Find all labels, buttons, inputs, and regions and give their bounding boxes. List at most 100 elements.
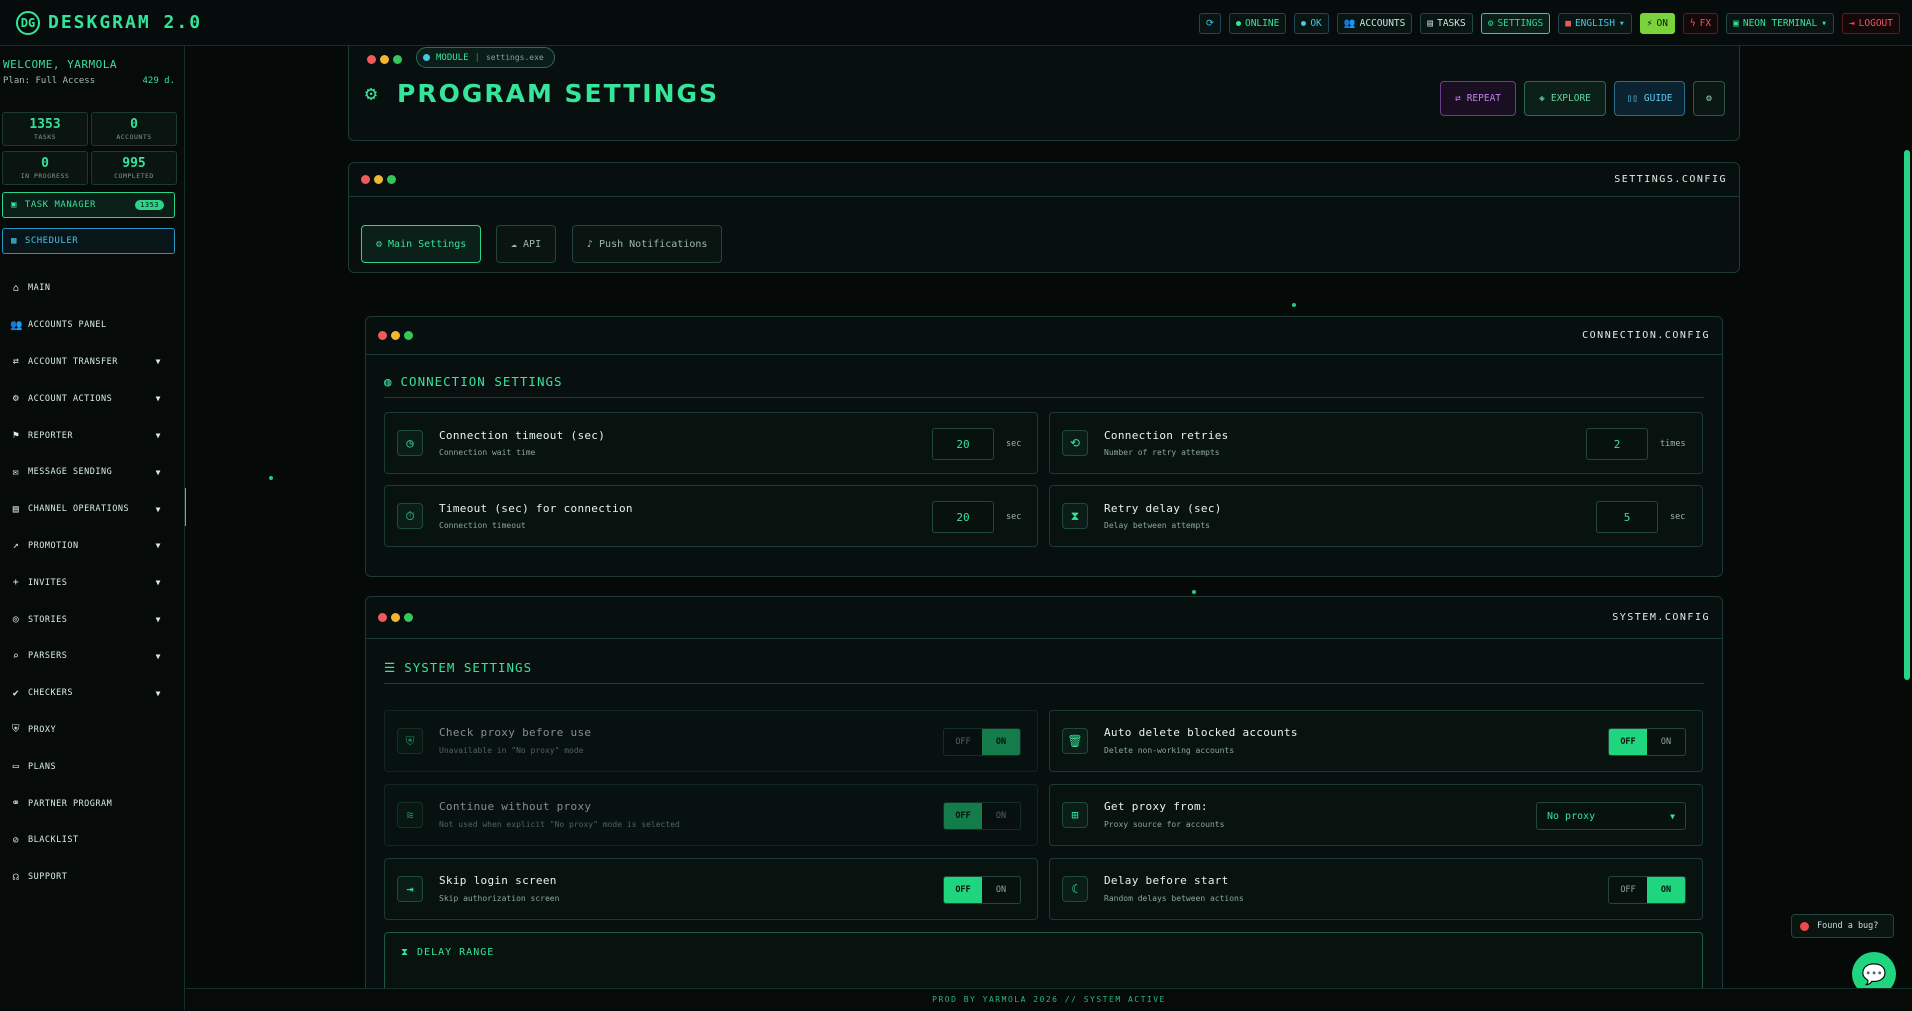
sidebar-item-checkers[interactable]: ✔ CHECKERS ▼ bbox=[0, 675, 185, 712]
chevron-down-icon[interactable]: ▼ bbox=[156, 615, 161, 624]
chevron-down-icon[interactable]: ▼ bbox=[156, 357, 161, 366]
sidebar-item-account-actions[interactable]: ⚙ ACCOUNT ACTIONS ▼ bbox=[0, 380, 185, 417]
retry-delay-input[interactable]: 5 bbox=[1596, 501, 1658, 533]
proxy-source-select[interactable]: No proxy ▼ bbox=[1536, 802, 1686, 830]
sidebar-item-label: ACCOUNT ACTIONS bbox=[28, 393, 113, 404]
cloud-icon: ☁ bbox=[511, 238, 518, 250]
stat-value: 0 bbox=[41, 156, 49, 171]
accounts-button[interactable]: 👥 ACCOUNTS bbox=[1336, 13, 1413, 34]
tab-push-notifications[interactable]: ♪ Push Notifications bbox=[572, 225, 723, 263]
scheduler-button[interactable]: ▦ SCHEDULER bbox=[2, 228, 175, 254]
timeout-for-connection-input[interactable]: 20 bbox=[932, 501, 994, 533]
sidebar-item-channel-operations[interactable]: ▤ CHANNEL OPERATIONS ▼ bbox=[0, 491, 185, 528]
chevron-down-icon[interactable]: ▼ bbox=[156, 505, 161, 514]
toggle-off[interactable]: OFF bbox=[944, 877, 982, 903]
stat-label: TASKS bbox=[33, 133, 57, 141]
toggle-on[interactable]: ON bbox=[1647, 729, 1685, 755]
chevron-down-icon[interactable]: ▼ bbox=[156, 578, 161, 587]
continue-without-proxy-toggle[interactable]: OFF ON bbox=[943, 802, 1021, 830]
sidebar-item-parsers[interactable]: ⌕ PARSERS ▼ bbox=[0, 638, 185, 675]
window-lights bbox=[361, 175, 396, 184]
scrollbar[interactable] bbox=[1904, 150, 1910, 680]
tasks-button[interactable]: ▤ TASKS bbox=[1420, 13, 1473, 34]
continue-without-proxy-card: ≋ Continue without proxy Not used when e… bbox=[384, 784, 1038, 846]
sidebar-item-label: REPORTER bbox=[28, 430, 73, 441]
sidebar-item-proxy[interactable]: ⛨ PROXY bbox=[0, 712, 185, 749]
chevron-down-icon[interactable]: ▼ bbox=[156, 394, 161, 403]
chevron-down-icon[interactable]: ▼ bbox=[156, 652, 161, 661]
toggle-on[interactable]: ON bbox=[982, 877, 1020, 903]
explore-button[interactable]: ◈ EXPLORE bbox=[1524, 81, 1606, 116]
chevron-down-icon[interactable]: ▼ bbox=[156, 431, 161, 440]
check-circle-icon: ✔ bbox=[12, 687, 20, 699]
repeat-button[interactable]: ⇄ REPEAT bbox=[1440, 81, 1516, 116]
sidebar-item-blacklist[interactable]: ⊘ BLACKLIST bbox=[0, 822, 185, 859]
logout-button[interactable]: ⇥ LOGOUT bbox=[1841, 13, 1900, 34]
chevron-down-icon[interactable]: ▼ bbox=[156, 541, 161, 550]
delay-before-start-toggle[interactable]: OFF ON bbox=[1608, 876, 1686, 904]
user-gear-icon: ⚙ bbox=[12, 393, 20, 405]
search-icon: ⌕ bbox=[12, 650, 20, 662]
connection-retries-input[interactable]: 2 bbox=[1586, 428, 1648, 460]
guide-button[interactable]: ▯▯ GUIDE bbox=[1614, 81, 1685, 116]
sidebar-item-label: SUPPORT bbox=[28, 872, 68, 883]
header-panel: MODULE | settings.exe ⚙ PROGRAM SETTINGS ⇄… bbox=[348, 46, 1740, 141]
settings-config-header: SETTINGS.CONFIG bbox=[349, 163, 1739, 197]
sidebar-item-partner-program[interactable]: ⚭ PARTNER PROGRAM bbox=[0, 785, 185, 822]
sidebar-item-accounts-panel[interactable]: 👥 ACCOUNTS PANEL bbox=[0, 307, 185, 344]
toggle-on[interactable]: ON bbox=[982, 729, 1020, 755]
toggle-off[interactable]: OFF bbox=[944, 803, 982, 829]
tab-api[interactable]: ☁ API bbox=[496, 225, 557, 263]
toggle-off[interactable]: OFF bbox=[1609, 877, 1647, 903]
sidebar-item-account-transfer[interactable]: ⇄ ACCOUNT TRANSFER ▼ bbox=[0, 344, 185, 381]
connection-timeout-card: ◷ Connection timeout (sec) Connection wa… bbox=[384, 412, 1038, 474]
timeout-for-connection-card: ⏱ Timeout (sec) for connection Connectio… bbox=[384, 485, 1038, 547]
theme-select[interactable]: ▣ NEON TERMINAL ▾ bbox=[1726, 13, 1834, 34]
report-bug-button[interactable]: Found a bug? bbox=[1791, 914, 1894, 938]
users-icon: 👥 bbox=[10, 319, 23, 331]
toggle-off[interactable]: OFF bbox=[944, 729, 982, 755]
sidebar-item-plans[interactable]: ▭ PLANS bbox=[0, 748, 185, 785]
check-proxy-toggle[interactable]: OFF ON bbox=[943, 728, 1021, 756]
field-label: Delay before start bbox=[1104, 874, 1229, 887]
hourglass-icon: ⧗ bbox=[401, 947, 410, 958]
hourglass-icon: ⧗ bbox=[1062, 503, 1088, 529]
sidebar-item-main[interactable]: ⌂ MAIN bbox=[0, 270, 185, 307]
trash-icon: 🗑 bbox=[1062, 728, 1088, 754]
fx-toggle[interactable]: ϟ FX bbox=[1682, 13, 1719, 34]
toggle-on[interactable]: ON bbox=[982, 803, 1020, 829]
header-settings-button[interactable]: ⚙ bbox=[1693, 81, 1725, 116]
power-toggle[interactable]: ⚡ ON bbox=[1639, 13, 1675, 34]
auto-delete-card: 🗑 Auto delete blocked accounts Delete no… bbox=[1049, 710, 1703, 772]
sidebar-item-support[interactable]: ☊ SUPPORT bbox=[0, 859, 185, 896]
toggle-off[interactable]: OFF bbox=[1609, 729, 1647, 755]
sidebar-item-invites[interactable]: + INVITES ▼ bbox=[0, 564, 185, 601]
stat-value: 0 bbox=[130, 117, 138, 132]
logout-icon: ⇥ bbox=[1848, 18, 1855, 29]
retry-icon: ⟲ bbox=[1062, 430, 1088, 456]
field-unit: sec bbox=[1006, 512, 1022, 522]
connection-section-label: CONNECTION SETTINGS bbox=[400, 374, 563, 389]
sidebar-item-stories[interactable]: ◎ STORIES ▼ bbox=[0, 601, 185, 638]
sidebar-item-label: PROMOTION bbox=[28, 540, 79, 551]
task-manager-button[interactable]: ▣ TASK MANAGER 1353 bbox=[2, 192, 175, 218]
refresh-button[interactable]: ⟳ bbox=[1199, 13, 1221, 34]
chevron-down-icon[interactable]: ▼ bbox=[156, 689, 161, 698]
delay-range-card: ⧗ DELAY RANGE bbox=[384, 932, 1703, 988]
sidebar-item-message-sending[interactable]: ✉ MESSAGE SENDING ▼ bbox=[0, 454, 185, 491]
settings-button[interactable]: ⚙ SETTINGS bbox=[1480, 13, 1551, 34]
connection-timeout-input[interactable]: 20 bbox=[932, 428, 994, 460]
chevron-down-icon[interactable]: ▼ bbox=[156, 468, 161, 477]
toggle-on[interactable]: ON bbox=[1647, 877, 1685, 903]
user-transfer-icon: ⇄ bbox=[12, 356, 20, 368]
auto-delete-toggle[interactable]: OFF ON bbox=[1608, 728, 1686, 756]
window-lights bbox=[378, 613, 413, 622]
footer: PROD BY YARMOLA 2026 // SYSTEM ACTIVE bbox=[186, 988, 1912, 1010]
app-logo[interactable]: DG DESKGRAM 2.0 bbox=[16, 10, 202, 35]
language-select[interactable]: ■ ENGLISH ▾ bbox=[1558, 13, 1632, 34]
sidebar-item-promotion[interactable]: ↗ PROMOTION ▼ bbox=[0, 528, 185, 565]
sidebar-item-reporter[interactable]: ⚑ REPORTER ▼ bbox=[0, 417, 185, 454]
tab-main-settings[interactable]: ⚙ Main Settings bbox=[361, 225, 482, 263]
skip-login-toggle[interactable]: OFF ON bbox=[943, 876, 1021, 904]
stopwatch-icon: ⏱ bbox=[397, 503, 423, 529]
